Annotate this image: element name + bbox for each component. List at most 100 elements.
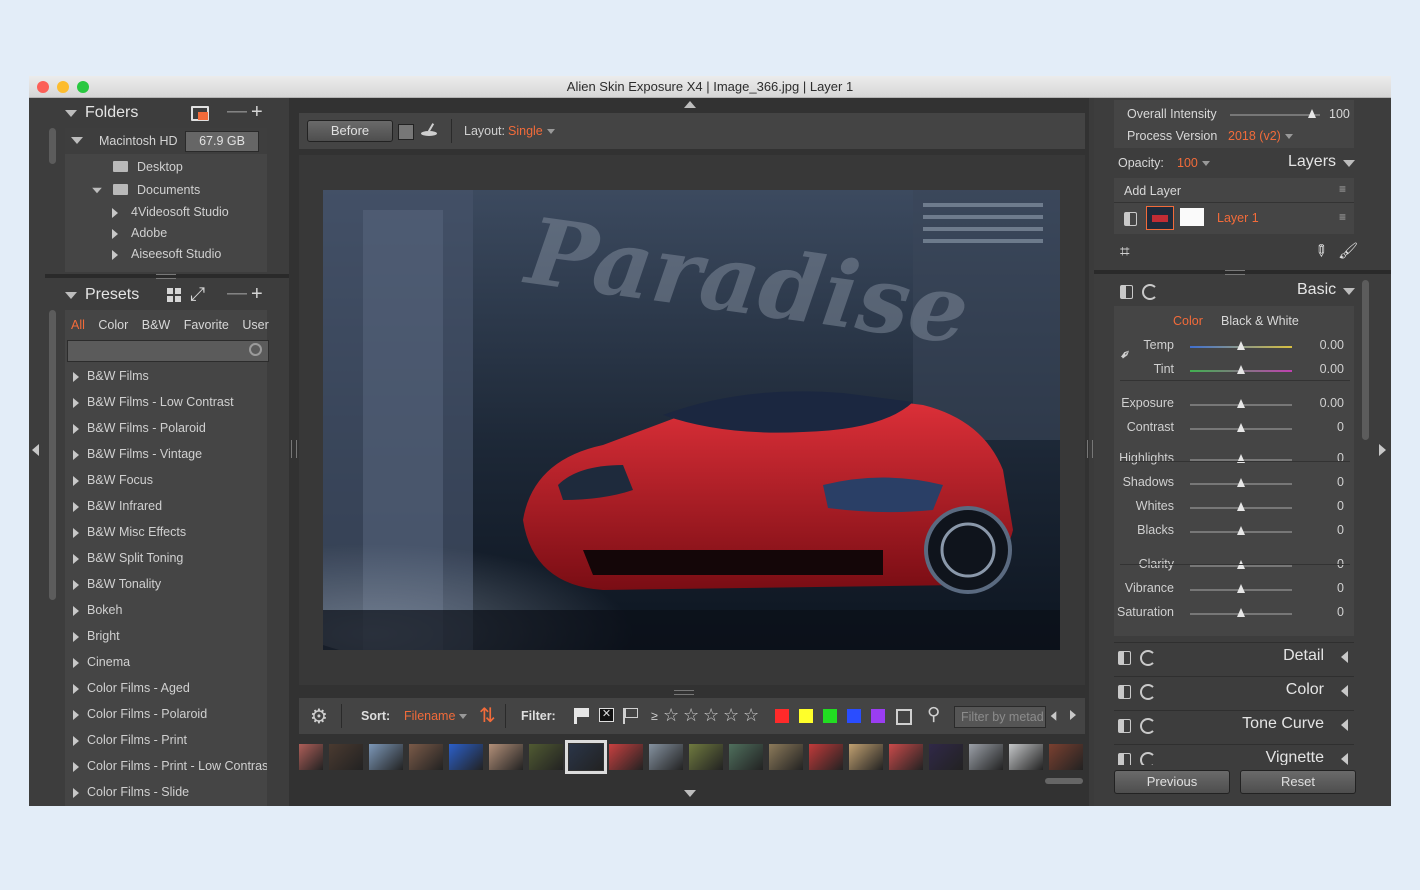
preset-expand-icon[interactable] bbox=[73, 554, 79, 564]
menu-icon[interactable]: ≡ bbox=[1339, 210, 1346, 224]
color-label-swatch[interactable] bbox=[847, 709, 861, 723]
preset-search-input[interactable] bbox=[67, 340, 269, 362]
section-reset-icon[interactable] bbox=[1140, 684, 1156, 700]
main-image[interactable]: Paradise bbox=[323, 190, 1060, 650]
preset-item[interactable]: B&W Tonality bbox=[65, 572, 267, 598]
slider-knob[interactable] bbox=[1237, 478, 1245, 487]
filmstrip-thumbnail[interactable] bbox=[489, 744, 523, 770]
basic-reset-icon[interactable] bbox=[1142, 284, 1158, 300]
filmstrip-splitter[interactable] bbox=[674, 690, 694, 695]
preset-expand-icon[interactable] bbox=[73, 424, 79, 434]
overall-intensity-slider[interactable] bbox=[1230, 114, 1320, 116]
filmstrip-thumbnail[interactable] bbox=[769, 744, 803, 770]
preset-tab-bw[interactable]: B&W bbox=[142, 318, 170, 332]
section-vignette[interactable]: Vignette bbox=[1114, 744, 1354, 765]
layer-visibility-icon[interactable] bbox=[1124, 212, 1137, 226]
preset-item[interactable]: Cinema bbox=[65, 650, 267, 676]
filmstrip-thumbnail[interactable] bbox=[449, 744, 483, 770]
right-splitter-grip[interactable] bbox=[1087, 440, 1093, 458]
preset-expand-icon[interactable] bbox=[73, 762, 79, 772]
menu-icon[interactable]: ≡ bbox=[1339, 182, 1346, 196]
preset-expand-icon[interactable] bbox=[73, 580, 79, 590]
expand-icon[interactable]: ⤢ bbox=[190, 284, 205, 306]
divider-grip[interactable] bbox=[156, 274, 176, 279]
preset-item[interactable]: B&W Focus bbox=[65, 468, 267, 494]
layer-row[interactable]: Layer 1 ≡ bbox=[1114, 203, 1354, 233]
preset-expand-icon[interactable] bbox=[73, 372, 79, 382]
section-toggle-icon[interactable] bbox=[1118, 753, 1131, 765]
pen-icon[interactable]: ✎ bbox=[1309, 239, 1333, 263]
filmstrip-thumbnail[interactable] bbox=[529, 744, 563, 770]
slider-knob[interactable] bbox=[1237, 526, 1245, 535]
preset-tab-all[interactable]: All bbox=[71, 318, 85, 332]
section-detail[interactable]: Detail bbox=[1114, 642, 1354, 671]
star-icon[interactable]: ☆ bbox=[663, 706, 679, 724]
basic-toggle-icon[interactable] bbox=[1120, 285, 1133, 299]
before-button[interactable]: Before bbox=[307, 120, 393, 142]
scroll-left-icon[interactable] bbox=[1050, 711, 1057, 721]
preset-item[interactable]: B&W Films - Low Contrast bbox=[65, 390, 267, 416]
scroll-right-icon[interactable] bbox=[1070, 710, 1076, 720]
filmstrip-thumbnail[interactable] bbox=[689, 744, 723, 770]
preset-item[interactable]: Color Films - Print bbox=[65, 728, 267, 754]
section-color[interactable]: Color bbox=[1114, 676, 1354, 705]
filmstrip-thumbnail[interactable] bbox=[369, 744, 403, 770]
layer-thumbnail[interactable] bbox=[1146, 206, 1174, 230]
preset-expand-icon[interactable] bbox=[73, 528, 79, 538]
folder-expand-icon[interactable] bbox=[112, 208, 118, 218]
folder-item-documents[interactable]: Documents bbox=[65, 181, 267, 201]
remove-folder-icon[interactable]: — bbox=[227, 101, 247, 121]
previous-button[interactable]: Previous bbox=[1114, 770, 1230, 794]
layout-select[interactable]: Single bbox=[508, 124, 555, 138]
sort-direction-icon[interactable]: ⇅ bbox=[479, 703, 496, 728]
compare-square-icon[interactable] bbox=[398, 124, 414, 140]
preset-expand-icon[interactable] bbox=[73, 736, 79, 746]
folder-expand-icon[interactable] bbox=[112, 229, 118, 239]
section-toggle-icon[interactable] bbox=[1118, 685, 1131, 699]
left-splitter-grip[interactable] bbox=[291, 440, 297, 458]
grid-view-icon[interactable] bbox=[167, 288, 182, 303]
preset-item[interactable]: Bright bbox=[65, 624, 267, 650]
section-toggle-icon[interactable] bbox=[1118, 651, 1131, 665]
preset-item[interactable]: Color Films - Polaroid bbox=[65, 702, 267, 728]
layer-mask-thumbnail[interactable] bbox=[1180, 208, 1204, 226]
section-reset-icon[interactable] bbox=[1140, 752, 1156, 765]
folder-item-desktop[interactable]: Desktop bbox=[65, 158, 267, 178]
color-label-swatch[interactable] bbox=[775, 709, 789, 723]
preset-expand-icon[interactable] bbox=[73, 398, 79, 408]
filmstrip-thumbnail[interactable] bbox=[1009, 744, 1043, 770]
layers-collapse-icon[interactable] bbox=[1343, 160, 1355, 167]
add-preset-icon[interactable]: + bbox=[251, 284, 263, 304]
metadata-filter-input[interactable]: Filter by metad bbox=[954, 706, 1046, 728]
filmstrip-thumbnail[interactable] bbox=[929, 744, 963, 770]
filmstrip-thumbnail[interactable] bbox=[409, 744, 443, 770]
preset-expand-icon[interactable] bbox=[73, 606, 79, 616]
preset-item[interactable]: B&W Films - Vintage bbox=[65, 442, 267, 468]
filmstrip-thumbnail[interactable] bbox=[849, 744, 883, 770]
process-version-select[interactable]: 2018 (v2) bbox=[1228, 129, 1293, 143]
preset-expand-icon[interactable] bbox=[73, 710, 79, 720]
folders-collapse-icon[interactable] bbox=[65, 110, 77, 117]
folder-item-adobe[interactable]: Adobe bbox=[65, 224, 267, 244]
section-expand-icon[interactable] bbox=[1341, 651, 1348, 663]
slider-knob[interactable] bbox=[1237, 423, 1245, 432]
preset-tab-favorite[interactable]: Favorite bbox=[184, 318, 229, 332]
filmstrip-thumbnail[interactable] bbox=[729, 744, 763, 770]
star-icon[interactable]: ☆ bbox=[683, 706, 699, 724]
section-reset-icon[interactable] bbox=[1140, 718, 1156, 734]
preset-tab-user[interactable]: User bbox=[242, 318, 268, 332]
filmstrip-scrollbar[interactable] bbox=[1045, 778, 1083, 784]
section-expand-icon[interactable] bbox=[1341, 719, 1348, 731]
slider-knob[interactable] bbox=[1237, 399, 1245, 408]
collapse-right-panel-icon[interactable] bbox=[1379, 444, 1386, 456]
preset-item[interactable]: B&W Films - Polaroid bbox=[65, 416, 267, 442]
metadata-filter-icon[interactable]: ⚲ bbox=[927, 704, 940, 725]
folders-scrollbar[interactable] bbox=[49, 128, 56, 164]
remove-preset-icon[interactable]: — bbox=[227, 283, 247, 303]
filmstrip-thumbnail[interactable] bbox=[809, 744, 843, 770]
preset-expand-icon[interactable] bbox=[73, 632, 79, 642]
filmstrip-thumbnail[interactable] bbox=[609, 744, 643, 770]
reset-button[interactable]: Reset bbox=[1240, 770, 1356, 794]
no-color-label-icon[interactable] bbox=[896, 709, 912, 725]
color-label-swatch[interactable] bbox=[799, 709, 813, 723]
